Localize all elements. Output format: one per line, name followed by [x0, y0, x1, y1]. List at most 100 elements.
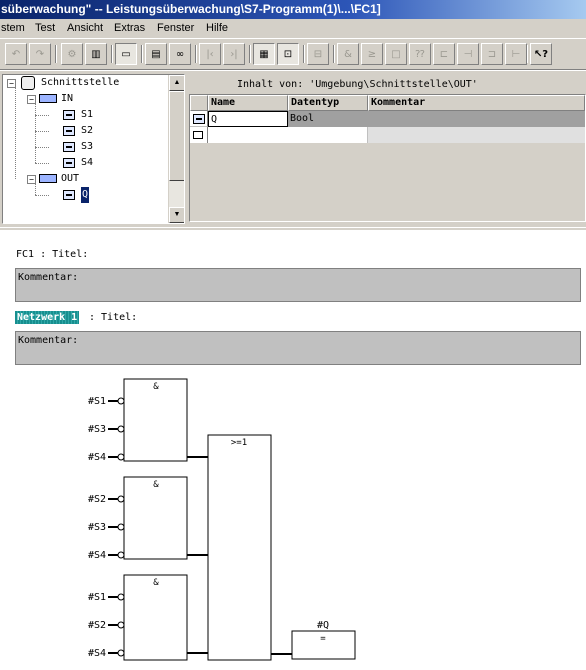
undo-icon[interactable]: ↶ [5, 43, 27, 65]
overview-icon[interactable]: ▦ [253, 43, 275, 65]
tree-line [35, 195, 49, 196]
cell-name[interactable]: Q [208, 111, 288, 127]
negation-circle [117, 621, 125, 629]
negation-circle [117, 397, 125, 405]
contact-icon[interactable]: ⊣ [457, 43, 479, 65]
negation-circle [117, 649, 125, 657]
glasses-icon[interactable]: ∞ [169, 43, 191, 65]
or-box-icon[interactable]: ≥ [361, 43, 383, 65]
empty-box-icon[interactable]: □ [385, 43, 407, 65]
toolbar-separator [526, 45, 528, 63]
code-editor: FC1 : Titel: Kommentar: Netzwerk 1 : Tit… [0, 228, 586, 670]
tree-label: OUT [61, 173, 80, 184]
row-header-corner [190, 95, 208, 111]
tree-line [35, 103, 36, 163]
and-symbol: & [153, 578, 159, 588]
assign-symbol: = [320, 634, 326, 644]
menu-hilfe[interactable]: Hilfe [206, 22, 228, 34]
toolbar-separator [141, 45, 143, 63]
interface-detail: Inhalt von: 'Umgebung\Schnittstelle\OUT'… [189, 74, 586, 224]
output-operand[interactable]: #Q [317, 620, 329, 631]
column-header-type[interactable]: Datentyp [288, 95, 368, 111]
toolbar-separator [249, 45, 251, 63]
menu-extras[interactable]: Extras [114, 22, 145, 34]
negation-circle [117, 453, 125, 461]
parameter-icon [63, 158, 75, 168]
parameter-icon [63, 142, 75, 152]
toolbar-separator [111, 45, 113, 63]
and-block-3: & #S1 #S2 #S4 [88, 574, 208, 661]
interface-table: Name Datentyp Kommentar Q Bool [189, 94, 586, 222]
or-box[interactable] [207, 434, 272, 661]
input-operand[interactable]: #S4 [88, 550, 106, 561]
parameter-icon [63, 190, 75, 200]
or-symbol: >=1 [231, 438, 247, 448]
menu-station[interactable]: stem [1, 22, 25, 34]
branch-icon[interactable]: ⊏ [433, 43, 455, 65]
input-operand[interactable]: #S1 [88, 396, 106, 407]
menu-fenster[interactable]: Fenster [157, 22, 194, 34]
compile-icon[interactable]: ⚙ [61, 43, 83, 65]
redo-icon[interactable]: ↷ [29, 43, 51, 65]
help-icon[interactable]: ↖? [530, 43, 552, 65]
row-marker [190, 127, 208, 143]
collapse-icon[interactable]: − [27, 95, 36, 104]
collapse-icon[interactable]: − [27, 175, 36, 184]
scroll-down-icon[interactable]: ▼ [169, 207, 184, 223]
coil-icon[interactable]: ⊐ [481, 43, 503, 65]
tree-label: S4 [81, 157, 94, 168]
input-operand[interactable]: #S2 [88, 494, 106, 505]
and-box-icon[interactable]: & [337, 43, 359, 65]
content-path: Inhalt von: 'Umgebung\Schnittstelle\OUT' [237, 79, 478, 90]
scroll-thumb[interactable] [169, 91, 184, 181]
tree-line [35, 147, 49, 148]
cell-new-comment[interactable] [368, 127, 585, 143]
monitor-icon[interactable]: ▭ [115, 43, 137, 65]
and-block-2: & #S2 #S3 #S4 [88, 476, 208, 561]
column-header-name[interactable]: Name [208, 95, 288, 111]
interface-icon [21, 76, 35, 90]
parameter-icon [63, 126, 75, 136]
input-operand[interactable]: #S2 [88, 620, 106, 631]
scroll-up-icon[interactable]: ▲ [169, 75, 184, 91]
input-operand[interactable]: #S3 [88, 424, 106, 435]
and-block-1: & #S1 #S3 #S4 [88, 378, 208, 463]
cell-type[interactable]: Bool [288, 111, 585, 127]
new-row-icon [193, 131, 203, 139]
tree-label: S1 [81, 109, 94, 120]
input-operand[interactable]: #S4 [88, 648, 106, 659]
tree-line [35, 163, 49, 164]
input-operand[interactable]: #S4 [88, 452, 106, 463]
right-end-icon[interactable]: ›| [223, 43, 245, 65]
cell-new-row[interactable] [208, 127, 368, 143]
negation-circle [117, 551, 125, 559]
tree-line [15, 87, 16, 179]
tree-label: Q [81, 187, 90, 203]
tree-label: S3 [81, 141, 94, 152]
interface-tree: − Schnittstelle − IN S1 S2 S3 S4 − OUT Q… [2, 74, 185, 224]
toolbar-separator [333, 45, 335, 63]
negation-circle [117, 523, 125, 531]
negation-circle [117, 593, 125, 601]
download-icon[interactable]: ▥ [85, 43, 107, 65]
collapse-icon[interactable]: − [7, 79, 16, 88]
wire-icon[interactable]: ⊢ [505, 43, 527, 65]
window-title: süberwachung" -- Leistungsüberwachung\S7… [0, 0, 586, 19]
input-operand[interactable]: #S3 [88, 522, 106, 533]
left-end-icon[interactable]: |‹ [199, 43, 221, 65]
column-header-comment[interactable]: Kommentar [368, 95, 585, 111]
parameter-icon [193, 114, 205, 124]
zoom-icon[interactable]: ⊡ [277, 43, 299, 65]
program-elements-icon[interactable]: ⊟ [307, 43, 329, 65]
menu-bar: stem Test Ansicht Extras Fenster Hilfe [0, 19, 586, 38]
menu-test[interactable]: Test [35, 22, 55, 34]
and-symbol: & [153, 382, 159, 392]
input-section-icon [39, 94, 57, 103]
input-operand[interactable]: #S1 [88, 592, 106, 603]
toolbar: ↶ ↷ ⚙ ▥ ▭ ▤ ∞ |‹ ›| ▦ ⊡ ⊟ & ≥ □ ⁇ ⊏ ⊣ ⊐ … [0, 38, 586, 70]
tree-label: S2 [81, 125, 94, 136]
unknown-box-icon[interactable]: ⁇ [409, 43, 431, 65]
tree-scrollbar[interactable]: ▲ ▼ [168, 75, 184, 223]
menu-ansicht[interactable]: Ansicht [67, 22, 103, 34]
network-icon[interactable]: ▤ [145, 43, 167, 65]
